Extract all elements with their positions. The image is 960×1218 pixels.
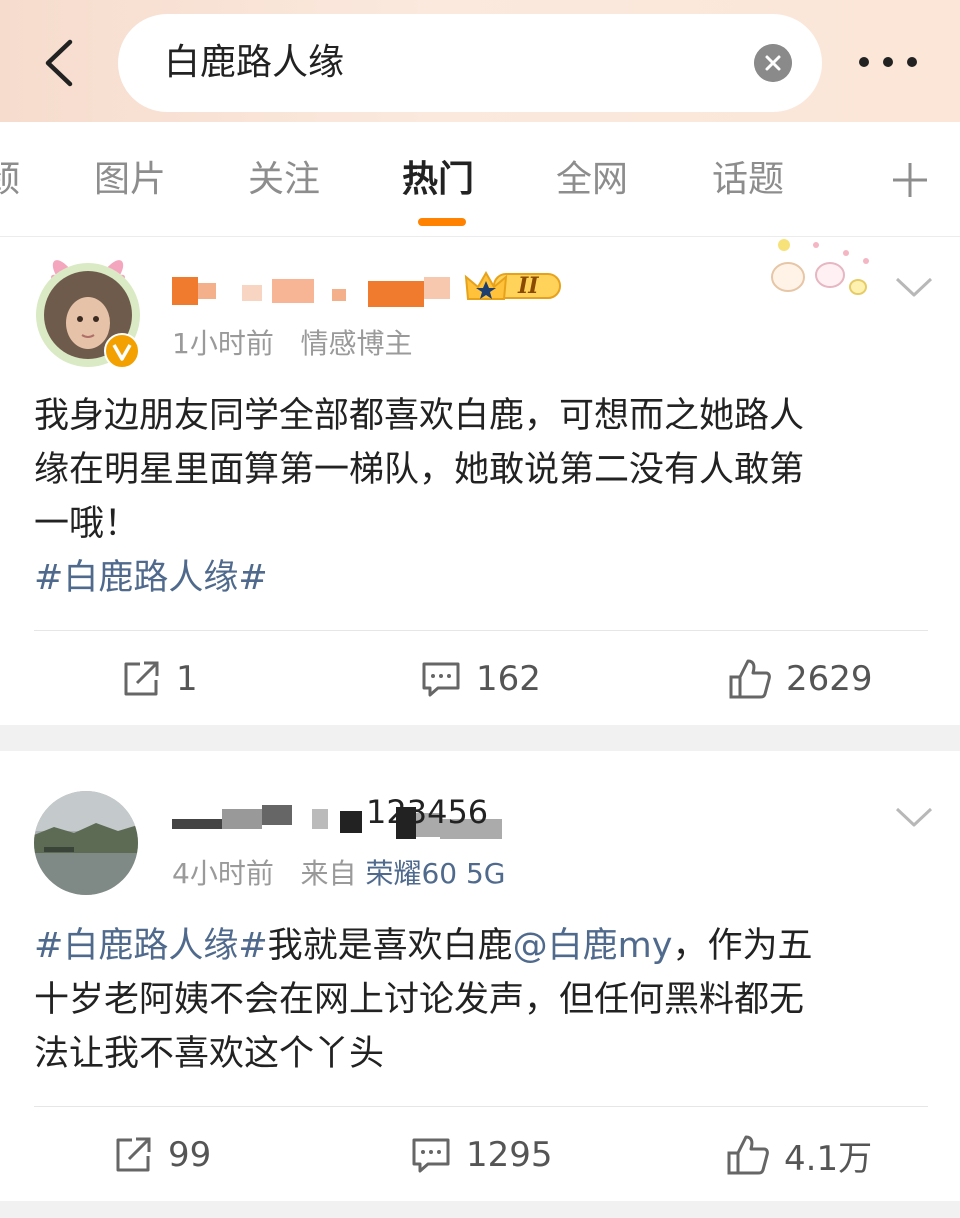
topic-link[interactable]: #白鹿路人缘# xyxy=(34,551,920,605)
search-box[interactable]: 白鹿路人缘 xyxy=(118,14,822,112)
tab-topics[interactable]: 话题 xyxy=(712,158,784,202)
comment-count: 1295 xyxy=(466,1135,553,1175)
content-line: 缘在明星里面算第一梯队，她敢说第二没有人敢第 xyxy=(34,450,805,490)
comment-button[interactable]: 1295 xyxy=(410,1133,553,1177)
comment-button[interactable]: 162 xyxy=(420,657,541,701)
more-options-icon[interactable] xyxy=(852,42,924,82)
tab-all-web[interactable]: 全网 xyxy=(556,158,628,202)
post-card[interactable]: 123456 4小时前 来自 荣耀60 5G #白鹿路人缘#我就是喜欢白鹿@白鹿… xyxy=(0,751,960,1201)
post-content: #白鹿路人缘#我就是喜欢白鹿@白鹿my，作为五 十岁老阿姨不会在网上讨论发声，但… xyxy=(34,919,920,1081)
username-redacted[interactable] xyxy=(172,273,452,309)
tab-bar: 颈 图片 关注 热门 全网 话题 xyxy=(0,122,960,237)
clear-search-icon[interactable] xyxy=(754,44,792,82)
verified-badge-icon xyxy=(104,333,140,369)
content-text: 我就是喜欢白鹿 xyxy=(267,926,513,966)
comment-icon xyxy=(422,662,460,697)
post-card[interactable]: II 1小时前 情感博主 我身边朋友同学全部都喜欢白鹿，可想而之她路人 缘在明星… xyxy=(0,237,960,725)
add-tab-icon[interactable] xyxy=(890,160,930,200)
source-label: 来自 xyxy=(300,857,357,890)
tab-hot[interactable]: 热门 xyxy=(402,158,474,202)
comment-count: 162 xyxy=(476,659,541,699)
post-meta: 4小时前 来自 荣耀60 5G xyxy=(172,857,506,891)
content-line: 我身边朋友同学全部都喜欢白鹿，可想而之她路人 xyxy=(34,396,805,436)
member-level-badge: II xyxy=(464,269,564,303)
tab-following[interactable]: 关注 xyxy=(248,158,320,202)
crown-badge-icon xyxy=(464,270,561,300)
like-count: 4.1万 xyxy=(784,1138,873,1179)
content-line: 法让我不喜欢这个丫头 xyxy=(34,1034,385,1074)
content-line: 一哦！ xyxy=(34,504,140,544)
repost-icon xyxy=(124,661,159,696)
post-time: 4小时前 xyxy=(172,857,274,890)
post-separator xyxy=(0,725,960,751)
content-text: ，作为五 xyxy=(672,926,813,966)
post-separator xyxy=(0,1201,960,1218)
tab-video[interactable]: 颈 xyxy=(0,158,20,202)
divider xyxy=(34,630,928,631)
decorative-bunny-card-icon xyxy=(771,239,869,295)
chevron-down-icon[interactable] xyxy=(894,275,934,299)
post-time: 1小时前 xyxy=(172,327,274,360)
comment-icon xyxy=(412,1138,450,1173)
post-meta: 1小时前 情感博主 xyxy=(172,327,413,361)
thumbs-up-icon xyxy=(727,1135,769,1175)
topic-link[interactable]: #白鹿路人缘# xyxy=(34,926,268,966)
avatar[interactable] xyxy=(34,791,138,895)
like-button[interactable]: 4.1万 xyxy=(726,1133,873,1179)
source-device[interactable]: 荣耀60 5G xyxy=(365,857,505,890)
repost-count: 1 xyxy=(176,659,198,699)
content-line: 十岁老阿姨不会在网上讨论发声，但任何黑料都无 xyxy=(34,980,805,1020)
tab-images[interactable]: 图片 xyxy=(94,158,166,202)
divider xyxy=(34,1106,928,1107)
member-level-text: II xyxy=(518,273,539,299)
top-bar: 白鹿路人缘 xyxy=(0,0,960,122)
repost-button[interactable]: 1 xyxy=(120,657,198,701)
like-count: 2629 xyxy=(786,659,873,699)
post-content: 我身边朋友同学全部都喜欢白鹿，可想而之她路人 缘在明星里面算第一梯队，她敢说第二… xyxy=(34,389,920,605)
user-tag: 情感博主 xyxy=(300,327,413,360)
repost-count: 99 xyxy=(168,1135,212,1175)
search-query[interactable]: 白鹿路人缘 xyxy=(164,42,344,84)
like-button[interactable]: 2629 xyxy=(728,657,873,701)
username-visible-fragment: 123456 xyxy=(366,793,489,831)
username-redacted[interactable]: 123456 xyxy=(172,793,502,839)
mention-link[interactable]: @白鹿my xyxy=(513,926,673,966)
thumbs-up-icon xyxy=(729,659,771,699)
repost-icon xyxy=(116,1137,151,1172)
chevron-down-icon[interactable] xyxy=(894,805,934,829)
active-tab-indicator xyxy=(418,218,466,226)
content-line: #白鹿路人缘#我就是喜欢白鹿@白鹿my，作为五 xyxy=(34,919,920,973)
repost-button[interactable]: 99 xyxy=(112,1133,211,1177)
back-arrow-icon[interactable] xyxy=(36,38,86,88)
